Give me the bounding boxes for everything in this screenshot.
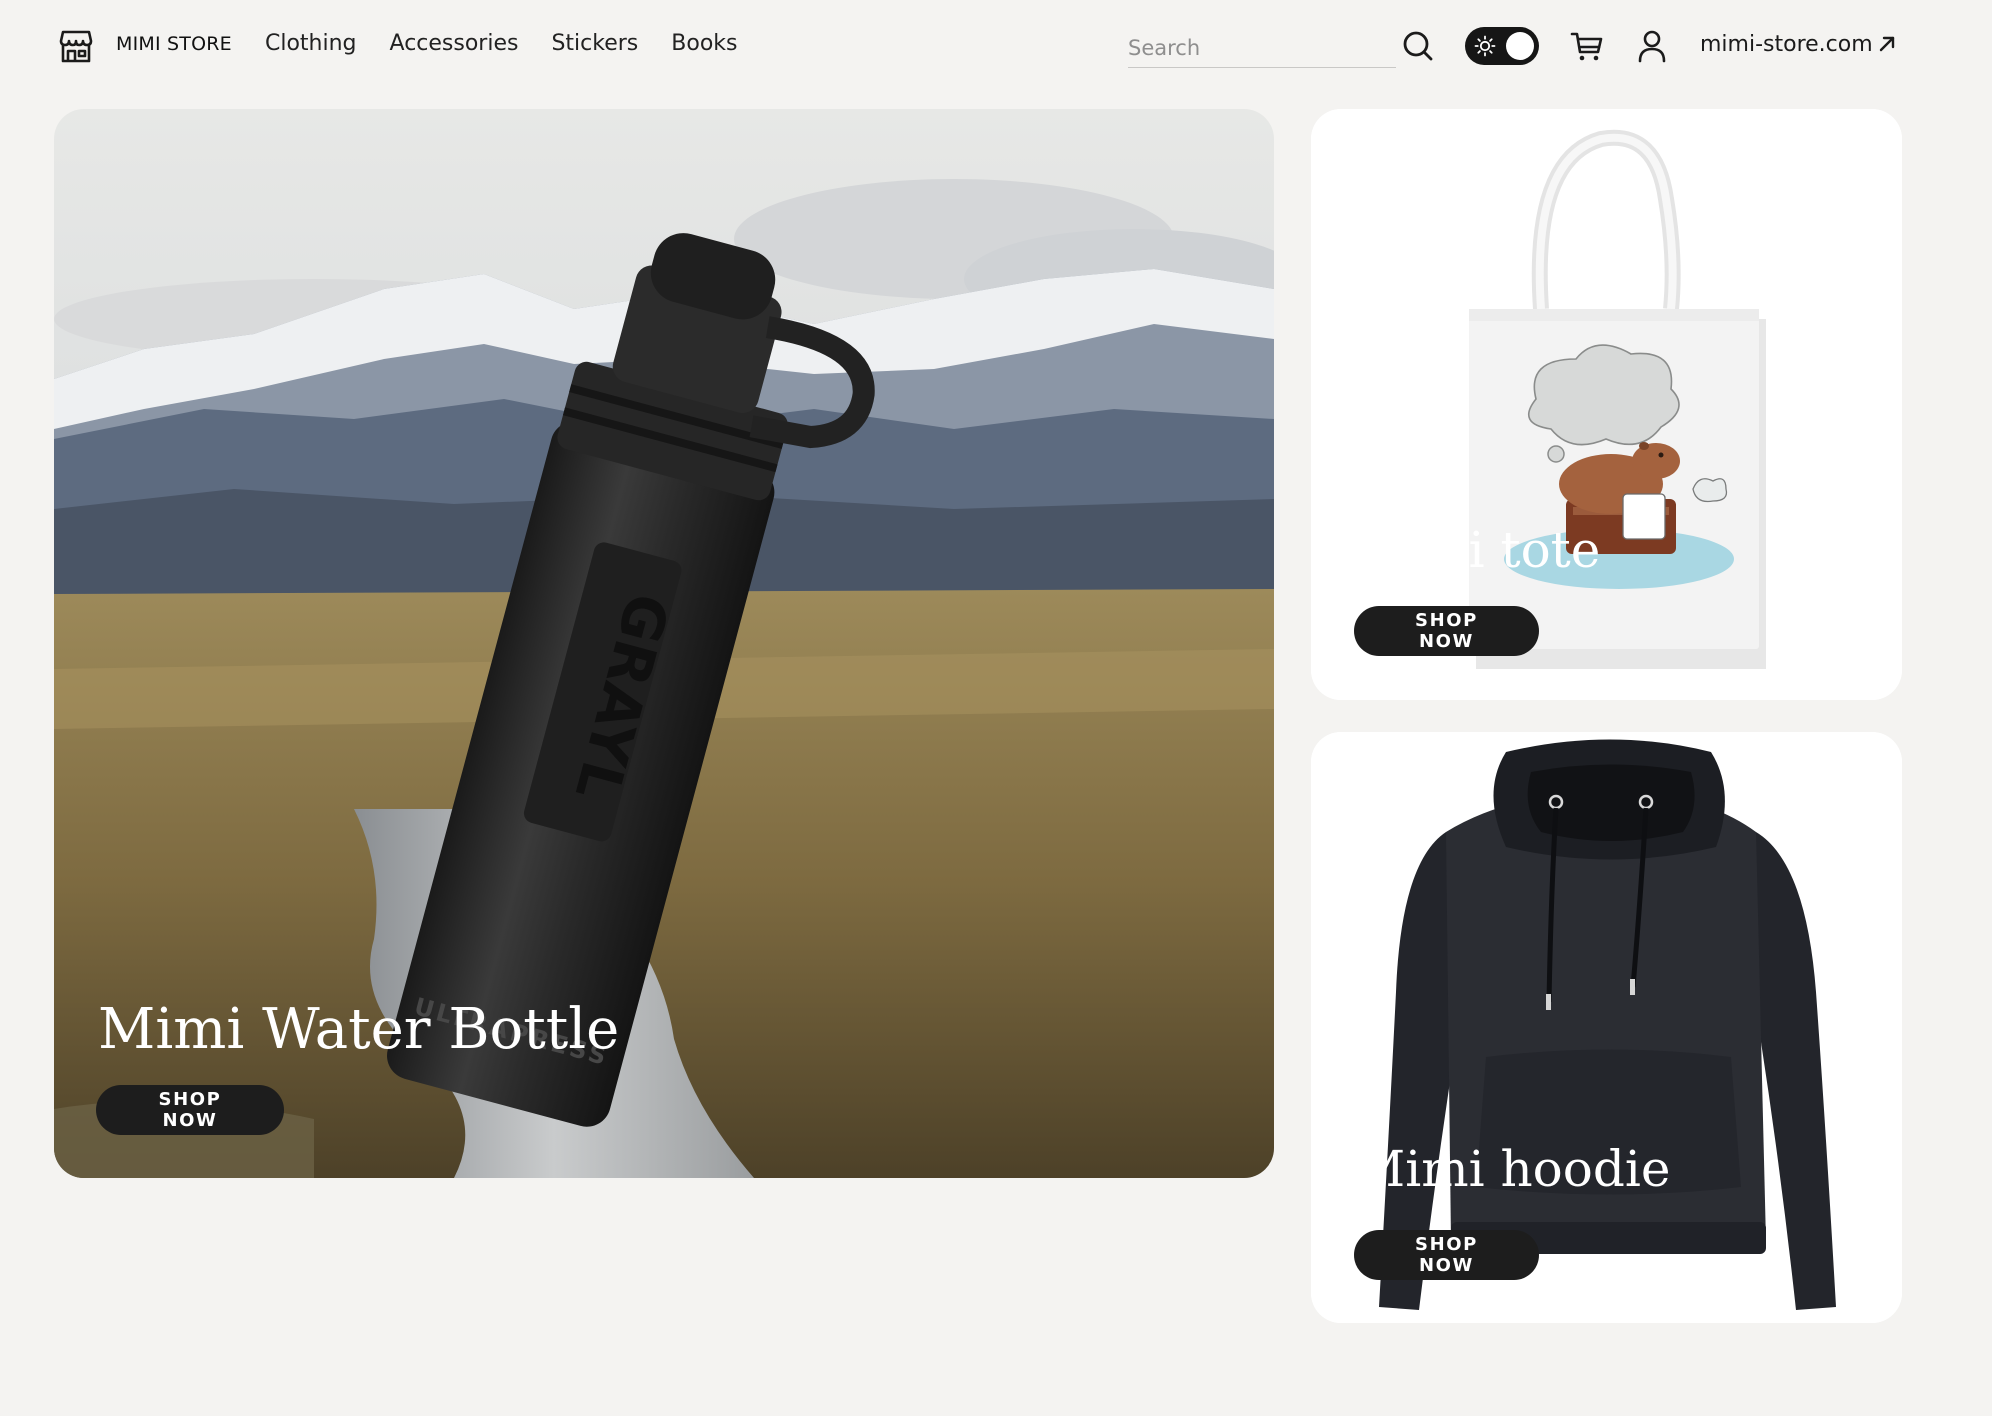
- nav-item-accessories[interactable]: Accessories: [390, 31, 519, 56]
- product-card-hoodie[interactable]: Mimi hoodie SHOP NOW: [1311, 732, 1902, 1323]
- cart-icon[interactable]: [1569, 28, 1605, 64]
- shop-now-button-tote[interactable]: SHOP NOW: [1354, 606, 1539, 656]
- sun-icon: [1474, 35, 1496, 57]
- search-input[interactable]: [1128, 28, 1396, 67]
- nav-item-books[interactable]: Books: [671, 31, 737, 56]
- card-title-hoodie: Mimi hoodie: [1354, 1140, 1671, 1198]
- shop-now-button-hoodie[interactable]: SHOP NOW: [1354, 1230, 1539, 1280]
- theme-toggle[interactable]: [1465, 27, 1539, 65]
- user-icon[interactable]: [1634, 28, 1670, 64]
- hero-card-water-bottle[interactable]: GRAYL ULTRAPRESS Mimi Water Bottle SHOP …: [54, 109, 1274, 1178]
- main-nav: Clothing Accessories Stickers Books: [265, 31, 737, 56]
- storefront-icon[interactable]: [58, 28, 94, 64]
- site-header: MIMI STORE Clothing Accessories Stickers…: [0, 0, 1992, 92]
- nav-item-clothing[interactable]: Clothing: [265, 31, 357, 56]
- product-card-tote[interactable]: Mimi tote SHOP NOW: [1311, 109, 1902, 700]
- toggle-knob: [1506, 32, 1534, 60]
- nav-item-stickers[interactable]: Stickers: [551, 31, 638, 56]
- shop-now-button-water-bottle[interactable]: SHOP NOW: [96, 1085, 284, 1135]
- search-box: [1128, 28, 1396, 68]
- arrow-up-right-icon[interactable]: [1875, 32, 1899, 56]
- card-title-tote: Mimi tote: [1354, 521, 1601, 579]
- search-icon[interactable]: [1400, 28, 1436, 64]
- card-title-water-bottle: Mimi Water Bottle: [98, 997, 620, 1062]
- external-site-link[interactable]: mimi-store.com: [1700, 32, 1873, 57]
- brand-name[interactable]: MIMI STORE: [116, 33, 232, 55]
